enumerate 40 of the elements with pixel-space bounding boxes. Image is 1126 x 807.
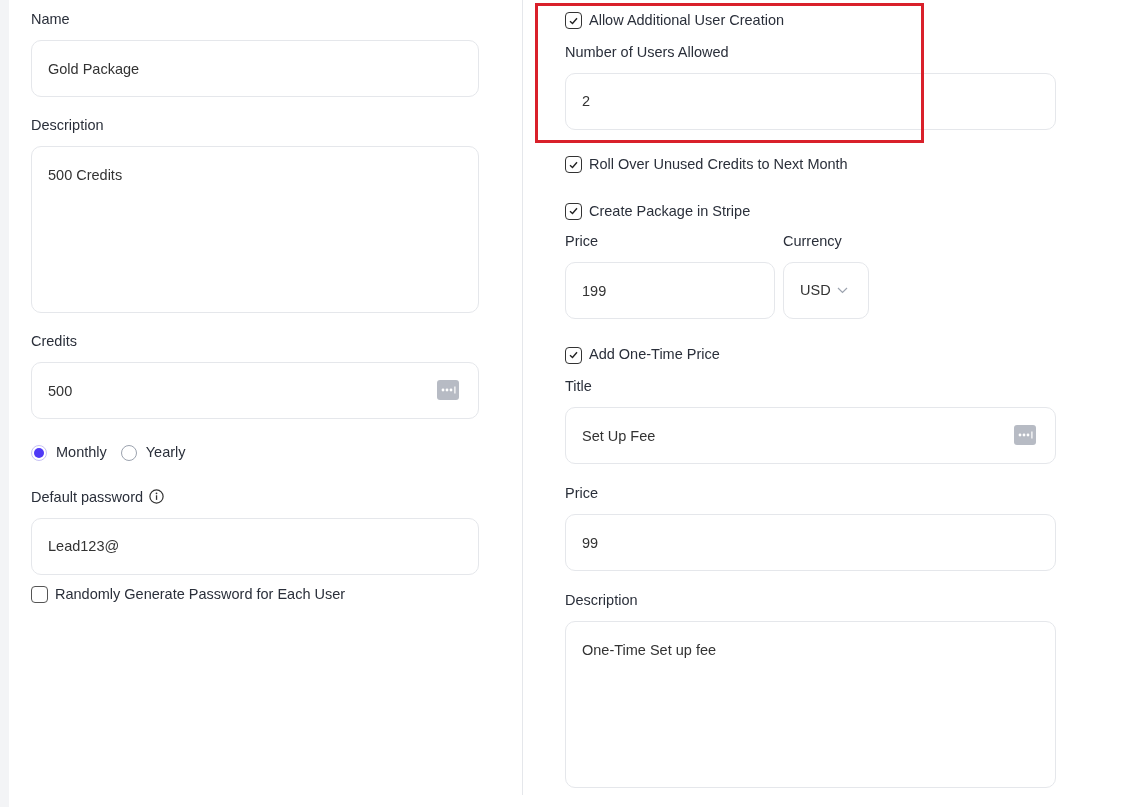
key-dots-icon[interactable] <box>1014 425 1036 445</box>
number-input[interactable]: 2 <box>565 72 1056 130</box>
checkbox-label: Add One-Time Price <box>589 345 720 365</box>
check-icon <box>569 160 578 169</box>
price-input[interactable]: 99 <box>565 514 1056 571</box>
field-label: Currency <box>783 232 843 252</box>
currency-select[interactable]: USD <box>783 262 869 320</box>
field-label: Description <box>565 591 639 610</box>
field-label: Description <box>31 116 105 135</box>
checkbox[interactable] <box>31 586 48 604</box>
field-label: Credits <box>31 332 78 351</box>
field-label: Title <box>565 377 593 396</box>
checkbox[interactable] <box>565 346 582 364</box>
check-icon <box>569 16 578 25</box>
text-input[interactable]: Gold Package <box>31 40 479 97</box>
check-icon <box>569 351 578 360</box>
check-icon <box>569 207 578 216</box>
price-input[interactable]: 199 <box>565 262 775 320</box>
checkbox-label: Create Package in Stripe <box>589 201 751 221</box>
checkbox[interactable] <box>565 202 582 220</box>
radio-label: Yearly <box>145 443 186 462</box>
field-label: Default password <box>31 487 144 507</box>
field-label: Name <box>31 10 71 29</box>
textarea[interactable]: 500 Credits <box>31 146 479 313</box>
info-icon[interactable] <box>149 489 165 505</box>
checkbox[interactable] <box>565 12 582 30</box>
text-input[interactable]: 500 <box>31 362 479 419</box>
text-input[interactable]: Set Up Fee <box>565 407 1056 464</box>
radio-label: Monthly <box>56 443 107 462</box>
password-input[interactable]: Lead123@ <box>31 517 479 575</box>
key-dots-icon[interactable] <box>437 380 459 400</box>
chevron-down-icon <box>836 287 848 295</box>
field-label: Price <box>565 232 600 252</box>
checkbox-label: Allow Additional User Creation <box>589 11 785 30</box>
field-label: Number of Users Allowed <box>565 42 730 62</box>
checkbox[interactable] <box>565 156 582 174</box>
checkbox-label: Roll Over Unused Credits to Next Month <box>589 154 848 174</box>
field-label: Price <box>565 484 600 503</box>
textarea[interactable]: One-Time Set up fee <box>565 621 1056 788</box>
checkbox-label: Randomly Generate Password for Each User <box>55 584 346 604</box>
